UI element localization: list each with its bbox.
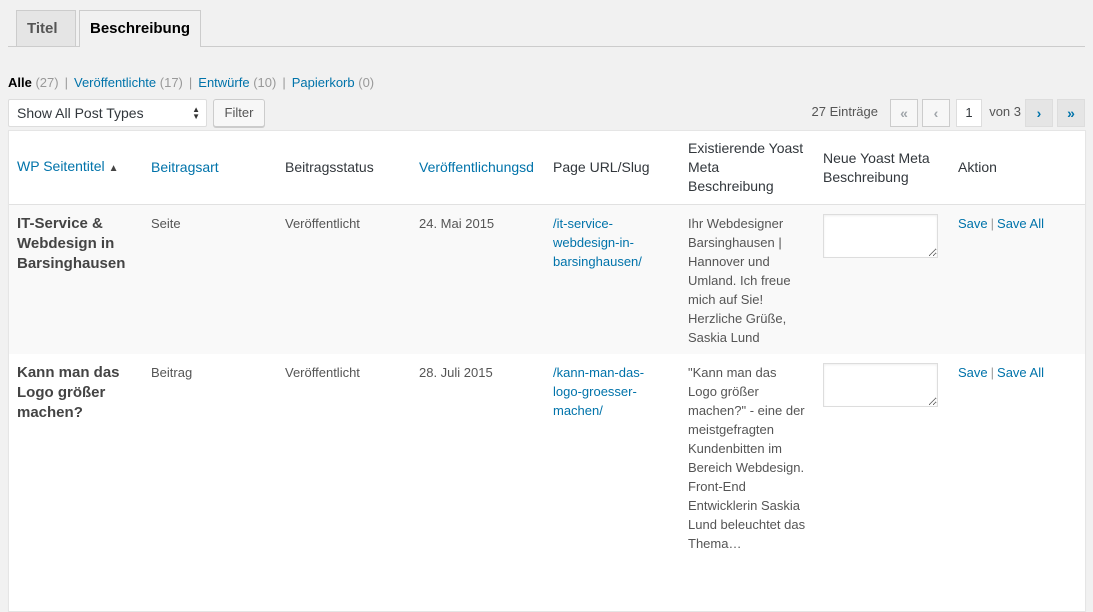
separator: |: [990, 216, 995, 231]
total-pages-text: von 3: [989, 104, 1021, 119]
col-existing-meta-header: Existierende Yoast Meta Beschreibung: [680, 131, 815, 205]
col-status-header: Beitragsstatus: [277, 131, 411, 205]
post-type-select[interactable]: Show All Post Types ▲ ▼: [8, 99, 207, 127]
view-trash-count: (0): [358, 75, 375, 90]
sort-date-link[interactable]: Veröffentlichungsd: [419, 159, 534, 175]
save-link[interactable]: Save: [958, 365, 988, 380]
entries-count: 27 Einträge: [811, 104, 879, 119]
existing-meta-text: "Kann man das Logo größer machen?" - ein…: [688, 364, 806, 551]
post-date: 24. Mai 2015: [411, 204, 545, 354]
new-meta-textarea[interactable]: [823, 214, 938, 258]
separator: |: [990, 364, 995, 380]
view-published-count: (17): [159, 75, 183, 90]
separator: |: [282, 75, 286, 90]
row-actions: Save | Save All: [950, 204, 1085, 354]
col-url-header: Page URL/Slug: [545, 131, 680, 205]
tab-beschreibung[interactable]: Beschreibung: [79, 10, 201, 47]
prev-page-button[interactable]: ‹: [922, 99, 950, 127]
post-date: 28. Juli 2015: [419, 364, 493, 380]
next-page-button[interactable]: ›: [1025, 99, 1053, 127]
table-header-row: WP Seitentitel ▲ Beitragsart Beitragsstat…: [9, 131, 1085, 205]
row-actions: Save | Save All: [950, 354, 1085, 600]
post-slug-link[interactable]: /kann-man-das-logo-groesser-machen/: [553, 365, 644, 418]
col-type-header[interactable]: Beitragsart: [143, 131, 277, 205]
view-drafts-count: (10): [253, 75, 277, 90]
view-all-link[interactable]: Alle: [8, 75, 32, 90]
post-type: Beitrag: [151, 364, 193, 380]
post-title: IT-Service & Webdesign in Barsinghausen: [17, 215, 126, 272]
view-published-link[interactable]: Veröffentlichte: [74, 75, 156, 90]
col-new-meta-header: Neue Yoast Meta Beschreibung: [815, 131, 950, 205]
view-trash-link[interactable]: Papierkorb: [292, 75, 355, 90]
current-page-input[interactable]: 1: [956, 99, 982, 127]
table-row: IT-Service & Webdesign in Barsinghausen …: [9, 204, 1085, 354]
table-row: Kann man das Logo größer machen? Beitrag…: [9, 354, 1085, 600]
sort-title-link[interactable]: WP Seitentitel: [17, 158, 105, 174]
sort-type-link[interactable]: Beitragsart: [151, 159, 219, 175]
tab-titel[interactable]: Titel: [16, 10, 76, 46]
select-arrows-icon: ▲ ▼: [192, 105, 200, 121]
new-meta-textarea[interactable]: [823, 362, 938, 407]
post-status: Veröffentlicht: [285, 364, 360, 380]
col-date-header[interactable]: Veröffentlichungsd: [411, 131, 545, 205]
separator: |: [188, 75, 193, 90]
col-title-header[interactable]: WP Seitentitel ▲: [9, 131, 143, 205]
existing-meta-text: Ihr Webdesigner Barsinghausen | Hannover…: [680, 204, 815, 354]
col-action-header: Aktion: [950, 131, 1085, 205]
view-all-count: (27): [35, 75, 59, 90]
save-all-link[interactable]: Save All: [997, 216, 1044, 231]
filter-button[interactable]: Filter: [213, 99, 265, 127]
post-status: Veröffentlicht: [277, 204, 411, 354]
posts-table: WP Seitentitel ▲ Beitragsart Beitragsstat…: [8, 130, 1086, 612]
status-filter-links: Alle (27) | Veröffentlichte (17) | Entwürfe …: [8, 75, 374, 90]
pagination: 27 Einträge « ‹ 1 von 3 › »: [785, 99, 1085, 127]
post-type-select-value: Show All Post Types: [17, 105, 144, 121]
last-page-button[interactable]: »: [1057, 99, 1085, 127]
save-link[interactable]: Save: [958, 216, 988, 231]
post-slug-link[interactable]: /it-service-webdesign-in-barsinghausen/: [553, 216, 642, 269]
first-page-button[interactable]: «: [890, 99, 918, 127]
save-all-link[interactable]: Save All: [997, 365, 1044, 380]
view-drafts-link[interactable]: Entwürfe: [198, 75, 249, 90]
post-title: Kann man das Logo größer machen?: [17, 363, 120, 421]
tab-bar: Titel Beschreibung: [8, 8, 1085, 47]
separator: |: [64, 75, 68, 90]
post-type: Seite: [143, 204, 277, 354]
sort-asc-icon: ▲: [108, 163, 119, 174]
